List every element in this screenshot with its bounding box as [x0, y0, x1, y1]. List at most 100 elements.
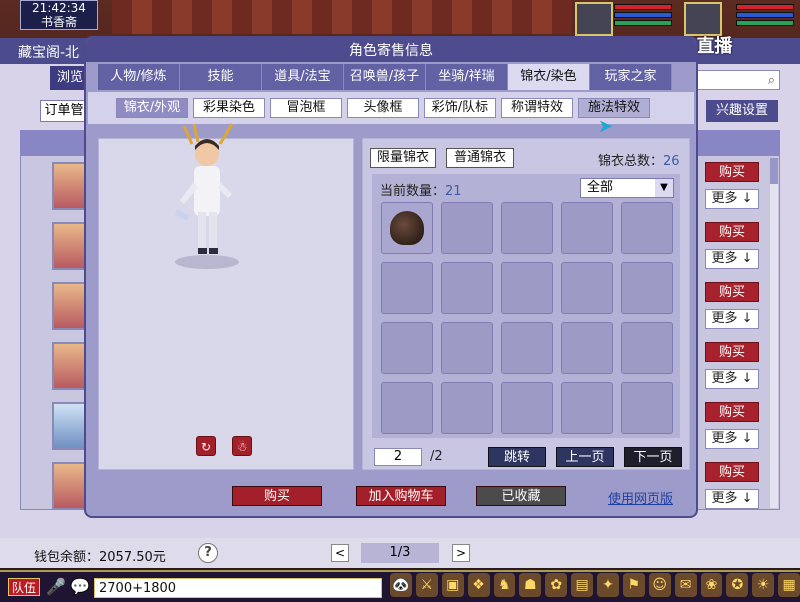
gift-icon[interactable]: ✿ — [545, 573, 568, 597]
sword-icon[interactable]: ⚔ — [415, 573, 438, 597]
outfit-slot[interactable] — [501, 382, 553, 434]
outfit-slot[interactable] — [621, 322, 673, 374]
more-button[interactable]: 更多 ↓ — [705, 429, 759, 449]
chat-input[interactable] — [94, 578, 382, 598]
prev-page-button[interactable]: 上一页 — [556, 447, 614, 467]
model-action-button[interactable]: ☃ — [232, 436, 252, 456]
outfit-slot[interactable] — [381, 382, 433, 434]
more-button[interactable]: 更多 ↓ — [705, 489, 759, 509]
outfit-grid — [381, 202, 673, 434]
pet-status-bars — [736, 2, 794, 34]
seller-avatar[interactable] — [52, 282, 86, 330]
normal-outfit-filter[interactable]: 普通锦衣 — [446, 148, 514, 168]
buy-button[interactable]: 购买 — [705, 222, 759, 242]
outfit-slot[interactable] — [561, 382, 613, 434]
outfit-slot[interactable] — [621, 202, 673, 254]
more-button[interactable]: 更多 ↓ — [705, 249, 759, 269]
add-to-cart-button[interactable]: 加入购物车 — [356, 486, 446, 506]
outfit-slot[interactable] — [381, 202, 433, 254]
outfit-slot[interactable] — [441, 322, 493, 374]
buy-button[interactable]: 购买 — [705, 282, 759, 302]
more-button[interactable]: 更多 ↓ — [705, 369, 759, 389]
outfit-slot[interactable] — [501, 262, 553, 314]
panda-icon[interactable]: 🐼 — [390, 573, 412, 597]
outfit-slot[interactable] — [441, 262, 493, 314]
list-scrollbar-thumb[interactable] — [770, 158, 778, 184]
rotate-model-button[interactable]: ↻ — [196, 436, 216, 456]
outfit-slot[interactable] — [561, 262, 613, 314]
player-portrait[interactable] — [575, 2, 613, 36]
friend-icon[interactable]: ☺ — [648, 573, 671, 597]
category-select[interactable]: 全部 ▼ — [580, 178, 674, 198]
outfit-slot[interactable] — [621, 262, 673, 314]
chest-icon[interactable]: ▣ — [441, 573, 464, 597]
seller-avatar[interactable] — [52, 342, 86, 390]
outfit-slot[interactable] — [501, 322, 553, 374]
page-total: /2 — [430, 449, 443, 464]
quest-icon[interactable]: ✦ — [597, 573, 619, 597]
subtab-title-effect[interactable]: 称谓特效 — [501, 98, 573, 118]
buy-button[interactable]: 购买 — [705, 402, 759, 422]
microphone-icon[interactable]: 🎤 — [46, 577, 66, 597]
pet-portrait[interactable] — [684, 2, 722, 36]
interest-settings-button[interactable]: 兴趣设置 — [706, 100, 778, 122]
search-icon[interactable]: ⌕ — [768, 73, 775, 88]
subtab-decoration[interactable]: 彩饰/队标 — [424, 98, 496, 118]
limited-outfit-filter[interactable]: 限量锦衣 — [370, 148, 436, 168]
tab-character[interactable]: 人物/修炼 — [98, 64, 180, 90]
help-icon[interactable]: ? — [198, 543, 218, 563]
buy-button[interactable]: 购买 — [705, 162, 759, 182]
buy-button[interactable]: 购买 — [705, 462, 759, 482]
page-number-input[interactable]: 2 — [374, 448, 422, 466]
subtab-dye[interactable]: 彩果染色 — [193, 98, 265, 118]
subtab-avatar-frame[interactable]: 头像框 — [347, 98, 419, 118]
guild-icon[interactable]: ⚑ — [622, 573, 645, 597]
tab-summons[interactable]: 召唤兽/孩子 — [344, 64, 426, 90]
seller-avatar[interactable] — [52, 462, 86, 510]
subtab-bubble-frame[interactable]: 冒泡框 — [270, 98, 342, 118]
seller-avatar[interactable] — [52, 222, 86, 270]
subtab-cast-effect[interactable]: 施法特效 — [578, 98, 650, 118]
outfit-slot[interactable] — [381, 322, 433, 374]
tab-mounts[interactable]: 坐骑/祥瑞 — [426, 64, 508, 90]
seller-avatar[interactable] — [52, 402, 86, 450]
more-button[interactable]: 更多 ↓ — [705, 309, 759, 329]
outfit-slot[interactable] — [381, 262, 433, 314]
chevron-down-icon[interactable]: ▼ — [655, 179, 673, 197]
page-next-button[interactable]: > — [452, 544, 470, 562]
list-scrollbar[interactable] — [770, 158, 778, 508]
outfit-slot[interactable] — [561, 202, 613, 254]
subtab-outfit[interactable]: 锦衣/外观 — [116, 98, 188, 118]
team-button[interactable]: 队伍 — [8, 578, 40, 596]
pet-icon[interactable]: ❖ — [467, 573, 490, 597]
team-icon[interactable]: ☗ — [519, 573, 542, 597]
shop-icon[interactable]: ❀ — [700, 573, 723, 597]
chat-bubble-icon[interactable]: 💬 — [70, 577, 90, 597]
buy-button[interactable]: 购买 — [232, 486, 322, 506]
settings-icon[interactable]: ☀ — [752, 573, 775, 597]
buy-button[interactable]: 购买 — [705, 342, 759, 362]
outfit-slot[interactable] — [441, 382, 493, 434]
activity-icon[interactable]: ✪ — [726, 573, 749, 597]
toolbar-icons: 🐼 ⚔ ▣ ❖ ♞ ☗ ✿ ▤ ✦ ⚑ ☺ ✉ ❀ ✪ ☀ ▦ — [390, 573, 800, 601]
outfit-slot[interactable] — [441, 202, 493, 254]
tab-outfits[interactable]: 锦衣/染色 — [508, 64, 590, 90]
next-page-button[interactable]: 下一页 — [624, 447, 682, 467]
orders-button[interactable]: 订单管 — [40, 100, 88, 122]
outfit-slot[interactable] — [501, 202, 553, 254]
tab-skills[interactable]: 技能 — [180, 64, 262, 90]
seller-avatar[interactable] — [52, 162, 86, 210]
outfit-slot[interactable] — [621, 382, 673, 434]
web-version-link[interactable]: 使用网页版 — [608, 488, 673, 507]
page-prev-button[interactable]: < — [331, 544, 349, 562]
map-icon[interactable]: ▤ — [571, 573, 593, 597]
tab-items[interactable]: 道具/法宝 — [262, 64, 344, 90]
system-icon[interactable]: ▦ — [778, 573, 800, 597]
mount-icon[interactable]: ♞ — [493, 573, 516, 597]
tab-player-home[interactable]: 玩家之家 — [590, 64, 672, 90]
more-button[interactable]: 更多 ↓ — [705, 189, 759, 209]
outfit-slot[interactable] — [561, 322, 613, 374]
mail-icon[interactable]: ✉ — [674, 573, 697, 597]
jump-button[interactable]: 跳转 — [488, 447, 546, 467]
favorited-button[interactable]: 已收藏 — [476, 486, 566, 506]
